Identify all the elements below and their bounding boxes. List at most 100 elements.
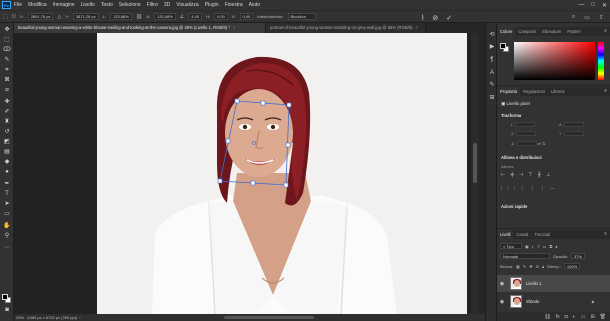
minimize-icon[interactable]: — bbox=[578, 2, 584, 8]
h-skew-input[interactable]: 0,00 bbox=[214, 13, 228, 20]
filter-shape-icon[interactable]: ▭ bbox=[543, 244, 547, 249]
distribute-4-icon[interactable]: ⋮ bbox=[520, 186, 525, 192]
menu-visualizza[interactable]: Visualizza bbox=[176, 2, 198, 8]
eye-icon[interactable]: ◉ bbox=[497, 299, 507, 305]
link-layers-icon[interactable]: ⛓ bbox=[544, 314, 550, 320]
hand-tool-icon[interactable]: ✋ bbox=[2, 222, 12, 230]
reference-point-icon[interactable]: ⁞⁞⁞ bbox=[12, 14, 16, 20]
layer-name[interactable]: Sfondo bbox=[526, 299, 539, 304]
tab-canali[interactable]: Canali bbox=[513, 230, 531, 239]
zoom-level[interactable]: 25% bbox=[16, 315, 24, 320]
prop-angle-input[interactable] bbox=[516, 141, 537, 147]
layer-row-sfondo[interactable]: ◉ Sfondo 🔒︎ bbox=[497, 293, 610, 310]
align-hcenter-icon[interactable]: ╪ bbox=[510, 172, 514, 178]
filter-type-icon[interactable]: T bbox=[537, 244, 539, 249]
history-brush-tool-icon[interactable]: ↺ bbox=[2, 128, 12, 136]
horizontal-scroll-thumb[interactable] bbox=[224, 316, 314, 319]
menu-3d[interactable]: 3D bbox=[164, 2, 170, 8]
eye-icon[interactable]: ◉ bbox=[497, 281, 507, 287]
link-icon[interactable]: ⛓ bbox=[136, 14, 142, 20]
path-select-tool-icon[interactable]: ➤ bbox=[2, 200, 12, 208]
lock-all-icon[interactable]: 🔒︎ bbox=[542, 264, 544, 269]
tab-regolazioni[interactable]: Regolazioni bbox=[520, 87, 548, 96]
tab-librerie[interactable]: Librerie bbox=[548, 87, 568, 96]
close-tab-icon[interactable]: × bbox=[233, 25, 235, 30]
filter-pixel-icon[interactable]: ▣ bbox=[525, 244, 529, 249]
tab-campioni[interactable]: Campioni bbox=[515, 27, 539, 36]
distribute-3-icon[interactable]: ⫶ bbox=[514, 186, 515, 192]
canvas-area[interactable] bbox=[14, 33, 471, 314]
angle-input[interactable]: 4,00 bbox=[188, 13, 203, 20]
v-skew-input[interactable]: 0,00 bbox=[239, 13, 254, 20]
layer-row-livello-1[interactable]: ◉ Livello 1 bbox=[497, 275, 610, 292]
align-vcenter-icon[interactable]: ╫ bbox=[538, 172, 542, 178]
shape-tool-icon[interactable]: ▭ bbox=[2, 210, 12, 218]
history-panel-icon[interactable]: ⟲ bbox=[488, 31, 496, 39]
character-panel-icon[interactable]: A bbox=[488, 69, 496, 77]
warp-icon[interactable]: ⌇ bbox=[421, 14, 424, 22]
close-tab-icon[interactable]: × bbox=[416, 25, 418, 30]
color-panel-foreground-swatch[interactable] bbox=[500, 43, 506, 49]
document-info[interactable]: 4480 px x 6720 px (300 ppi) bbox=[27, 315, 77, 320]
layer-name[interactable]: Livello 1 bbox=[526, 281, 541, 286]
eyedropper-tool-icon[interactable]: ⌀ bbox=[2, 86, 12, 94]
prop-width-input[interactable] bbox=[515, 122, 536, 128]
lock-pixels-icon[interactable]: ▦ bbox=[516, 264, 520, 269]
transform-section-title[interactable]: Trasforma bbox=[501, 113, 521, 118]
document-tab-active[interactable]: beautiful-young-woman-wearing-a-white-bl… bbox=[14, 23, 266, 33]
quick-actions-section-title[interactable]: Azioni rapide bbox=[501, 204, 527, 209]
add-mask-icon[interactable]: ◘ bbox=[565, 314, 568, 320]
tab-pattern[interactable]: Pattern bbox=[564, 27, 584, 36]
tab-proprieta[interactable]: Proprietà bbox=[497, 87, 520, 96]
y-input[interactable]: 3871,28 px bbox=[72, 13, 99, 20]
adjustment-layer-icon[interactable]: ◐ bbox=[573, 314, 576, 320]
panel-menu-icon[interactable]: ≡ bbox=[604, 27, 607, 36]
zoom-tool-icon[interactable]: ⚲ bbox=[2, 232, 12, 240]
lock-artboard-icon[interactable]: ⊡ bbox=[536, 264, 539, 269]
menu-finestra[interactable]: Finestra bbox=[225, 2, 243, 8]
flip-icons[interactable]: ⇄ ⇅ bbox=[537, 141, 546, 146]
menu-aiuto[interactable]: Aiuto bbox=[249, 2, 260, 8]
menu-file[interactable]: File bbox=[14, 2, 22, 8]
paragraph-panel-icon[interactable]: ¶ bbox=[488, 56, 496, 64]
align-right-icon[interactable]: ⊣ bbox=[519, 172, 523, 178]
align-bottom-icon[interactable]: ⊥ bbox=[546, 172, 550, 178]
distribute-5-icon[interactable]: ⋮ bbox=[530, 186, 535, 192]
frame-tool-icon[interactable]: ⊠ bbox=[2, 76, 12, 84]
quick-select-tool-icon[interactable]: ✎ bbox=[2, 56, 12, 64]
tab-livelli[interactable]: Livelli bbox=[497, 230, 514, 239]
vertical-scrollbar[interactable] bbox=[471, 33, 479, 314]
glyphs-panel-icon[interactable]: ⊞ bbox=[488, 94, 496, 102]
tab-tracciati[interactable]: Tracciati bbox=[531, 230, 553, 239]
delete-layer-icon[interactable]: 🗑︎ bbox=[600, 314, 606, 320]
menu-selezione[interactable]: Selezione bbox=[119, 2, 141, 8]
dodge-tool-icon[interactable]: ● bbox=[2, 168, 12, 176]
status-arrow-icon[interactable]: › bbox=[78, 315, 80, 320]
layer-filter-select[interactable]: ⌕ Tipo bbox=[500, 243, 522, 249]
new-layer-icon[interactable]: ⊞ bbox=[590, 314, 594, 320]
lasso-tool-icon[interactable]: ↀ bbox=[2, 46, 12, 54]
interpolation-select[interactable]: Bicubica bbox=[287, 13, 316, 20]
menu-livello[interactable]: Livello bbox=[81, 2, 95, 8]
crop-tool-icon[interactable]: ⌗ bbox=[2, 66, 12, 74]
blend-mode-select[interactable]: Normale bbox=[500, 253, 550, 259]
align-top-icon[interactable]: ⊤ bbox=[528, 172, 532, 178]
prop-y-input[interactable] bbox=[563, 131, 584, 137]
layer-style-icon[interactable]: fx bbox=[556, 314, 560, 320]
menu-testo[interactable]: Testo bbox=[101, 2, 113, 8]
tab-colore[interactable]: Colore bbox=[497, 27, 516, 36]
panel-menu-icon[interactable]: ≡ bbox=[604, 87, 607, 96]
quick-mask-icon[interactable]: ◙ bbox=[2, 306, 12, 314]
type-tool-icon[interactable]: T bbox=[2, 190, 12, 198]
lock-paint-icon[interactable]: ✎ bbox=[523, 264, 526, 269]
panel-menu-icon[interactable]: ≡ bbox=[604, 230, 607, 239]
width-input[interactable]: 133,68% bbox=[110, 13, 132, 20]
marquee-tool-icon[interactable]: ⬚ bbox=[2, 36, 12, 44]
distribute-2-icon[interactable]: ⫶ bbox=[507, 186, 508, 192]
new-group-icon[interactable]: ▭ bbox=[581, 314, 586, 320]
height-input[interactable]: 133,68% bbox=[153, 13, 176, 20]
share-icon[interactable]: ⇪ bbox=[599, 14, 604, 21]
maximize-icon[interactable]: □ bbox=[591, 2, 595, 8]
menu-immagine[interactable]: Immagine bbox=[53, 2, 75, 8]
menu-modifica[interactable]: Modifica bbox=[28, 2, 47, 8]
